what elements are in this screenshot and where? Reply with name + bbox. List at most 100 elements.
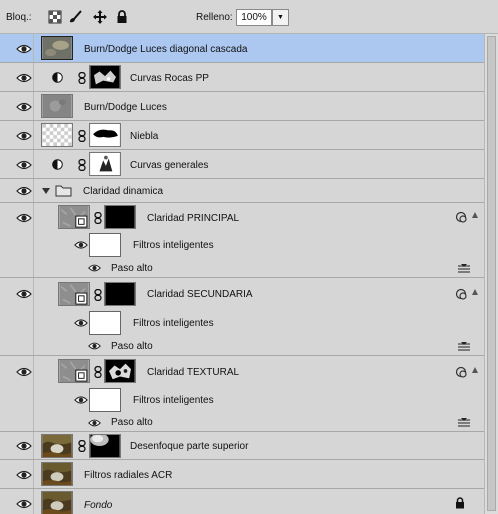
smart-object-icon [455,366,467,378]
lock-transparent-pixels-icon[interactable] [48,10,62,24]
smart-object-thumbnail [58,282,90,306]
layer-name: Curvas generales [130,160,209,171]
fill-dropdown-button[interactable]: ▼ [272,9,289,26]
smart-filters-label: Filtros inteligentes [133,395,214,406]
filter-row[interactable]: Paso alto [0,259,484,278]
layer-row[interactable]: Curvas Rocas PP [0,63,484,92]
visibility-eye-icon[interactable] [74,240,88,250]
visibility-eye-icon[interactable] [16,186,32,196]
layer-row[interactable]: Burn/Dodge Luces [0,92,484,121]
filter-blending-options-icon[interactable] [458,341,470,353]
lock-all-icon[interactable] [115,10,129,24]
mask-link-icon[interactable] [78,72,86,84]
filter-blending-options-icon[interactable] [458,263,470,275]
layer-thumbnail [41,123,73,147]
smart-filter-mask-thumbnail[interactable] [89,233,121,257]
visibility-eye-icon[interactable] [74,318,88,328]
eye-column [0,387,34,414]
layer-row[interactable]: Filtros radiales ACR [0,460,484,489]
smart-filter-mask-thumbnail[interactable] [89,311,121,335]
visibility-eye-icon[interactable] [16,44,32,54]
filter-row[interactable]: Paso alto [0,414,484,432]
layer-mask-thumbnail[interactable] [89,152,121,176]
collapse-effects-arrow-icon[interactable] [471,288,479,296]
visibility-eye-icon[interactable] [16,289,32,299]
layer-name: Claridad TEXTURAL [147,367,240,378]
visibility-eye-icon[interactable] [16,213,32,223]
smart-filters-row[interactable]: Filtros inteligentes [0,310,484,337]
smart-object-layer-row[interactable]: Claridad TEXTURAL [0,356,484,387]
mask-link-icon[interactable] [78,440,86,452]
visibility-eye-icon[interactable] [16,131,32,141]
layer-row[interactable]: Niebla [0,121,484,150]
scrollbar-thumb[interactable] [487,36,496,511]
layers-scrollbar[interactable] [484,34,498,514]
layer-row[interactable]: Desenfoque parte superior [0,432,484,460]
smart-filter-mask-thumbnail[interactable] [89,388,121,412]
smart-object-thumbnail [58,359,90,383]
eye-column [0,310,34,337]
layer-row[interactable]: Curvas generales [0,150,484,179]
visibility-eye-icon[interactable] [16,470,32,480]
layer-name: Claridad PRINCIPAL [147,213,240,224]
smart-object-layer-row[interactable]: Claridad PRINCIPAL [0,203,484,232]
filter-name: Paso alto [111,341,153,352]
layer-mask-thumbnail[interactable] [104,205,136,229]
eye-column [0,232,34,259]
layer-name: Desenfoque parte superior [130,441,249,452]
layer-mask-thumbnail[interactable] [89,123,121,147]
layer-mask-thumbnail[interactable] [104,282,136,306]
mask-link-icon[interactable] [94,289,102,301]
curves-adjustment-icon [52,159,63,170]
filter-name: Paso alto [111,263,153,274]
layer-name: Claridad SECUNDARIA [147,289,253,300]
collapse-effects-arrow-icon[interactable] [471,211,479,219]
lock-position-move-icon[interactable] [93,10,107,24]
mask-link-icon[interactable] [94,212,102,224]
visibility-eye-icon[interactable] [16,160,32,170]
lock-image-pixels-brush-icon[interactable] [68,10,82,24]
visibility-eye-icon[interactable] [16,102,32,112]
filter-row[interactable]: Paso alto [0,337,484,356]
visibility-eye-icon[interactable] [16,499,32,509]
group-name: Claridad dinamica [83,186,164,197]
filter-blending-options-icon[interactable] [458,417,470,429]
smart-object-icon [455,211,467,223]
eye-column [0,337,34,355]
visibility-eye-icon[interactable] [88,341,101,351]
visibility-eye-icon[interactable] [16,367,32,377]
visibility-eye-icon[interactable] [16,73,32,83]
layer-row[interactable]: Burn/Dodge Luces diagonal cascada [0,34,484,63]
layer-row[interactable]: Fondo [0,489,484,514]
layer-thumbnail [41,36,73,60]
visibility-eye-icon[interactable] [88,263,101,273]
layer-thumbnail [41,94,73,118]
collapse-effects-arrow-icon[interactable] [471,366,479,374]
smart-filters-row[interactable]: Filtros inteligentes [0,387,484,414]
group-expand-chevron-icon[interactable] [42,187,50,195]
layer-name: Niebla [130,131,159,142]
layer-thumbnail [41,491,73,514]
mask-link-icon[interactable] [94,366,102,378]
layer-name: Filtros radiales ACR [84,470,173,481]
smart-object-thumbnail [58,205,90,229]
smart-object-layer-row[interactable]: Claridad SECUNDARIA [0,278,484,310]
fill-opacity-input[interactable]: 100% [236,9,272,26]
layer-mask-thumbnail[interactable] [89,434,121,458]
filter-name: Paso alto [111,417,153,428]
lock-label: Bloq.: [6,12,32,23]
layer-mask-thumbnail[interactable] [89,65,121,89]
visibility-eye-icon[interactable] [16,441,32,451]
fill-label: Relleno: [196,12,233,23]
layer-mask-thumbnail[interactable] [104,359,136,383]
smart-filters-row[interactable]: Filtros inteligentes [0,232,484,259]
layer-group-row[interactable]: Claridad dinamica [0,179,484,203]
folder-icon [55,185,72,197]
visibility-eye-icon[interactable] [74,395,88,405]
mask-link-icon[interactable] [78,130,86,142]
mask-link-icon[interactable] [78,159,86,171]
visibility-eye-icon[interactable] [88,418,101,428]
layer-name: Fondo [84,500,113,511]
layer-name: Burn/Dodge Luces diagonal cascada [84,44,248,55]
smart-object-icon [455,288,467,300]
